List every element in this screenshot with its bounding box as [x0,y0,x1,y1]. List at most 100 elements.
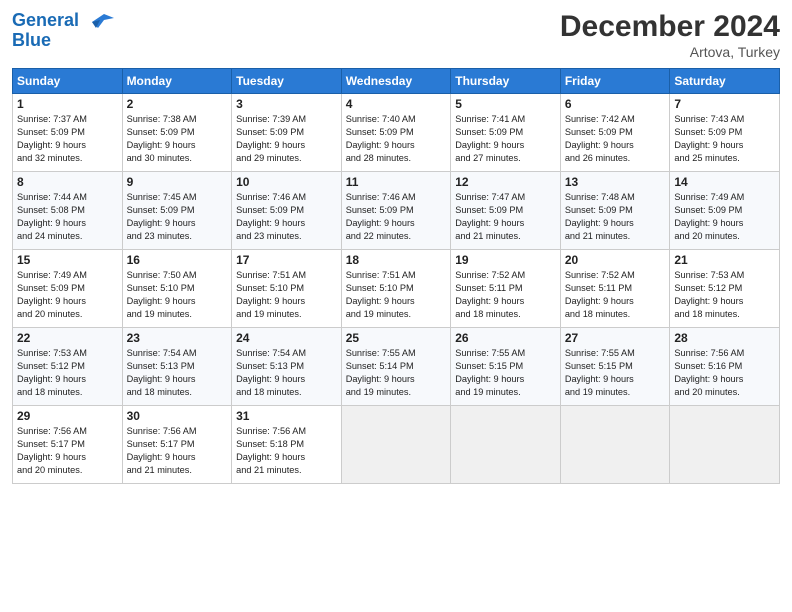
day-info: Sunrise: 7:53 AMSunset: 5:12 PMDaylight:… [674,269,775,321]
calendar-cell: 27 Sunrise: 7:55 AMSunset: 5:15 PMDayligh… [560,328,670,406]
day-number: 1 [17,97,118,111]
col-wednesday: Wednesday [341,69,451,94]
day-info: Sunrise: 7:47 AMSunset: 5:09 PMDaylight:… [455,191,556,243]
calendar-container: General Blue December 2024 Artova, Turke… [0,0,792,492]
day-info: Sunrise: 7:54 AMSunset: 5:13 PMDaylight:… [127,347,228,399]
logo: General Blue [12,10,116,51]
day-number: 14 [674,175,775,189]
calendar-cell: 24 Sunrise: 7:54 AMSunset: 5:13 PMDayligh… [232,328,342,406]
calendar-cell [560,406,670,484]
day-info: Sunrise: 7:55 AMSunset: 5:15 PMDaylight:… [455,347,556,399]
calendar-cell: 16Sunrise: 7:50 AMSunset: 5:10 PMDayligh… [122,250,232,328]
day-info: Sunrise: 7:38 AMSunset: 5:09 PMDaylight:… [127,113,228,165]
calendar-cell: 31Sunrise: 7:56 AMSunset: 5:18 PMDayligh… [232,406,342,484]
day-info: Sunrise: 7:40 AMSunset: 5:09 PMDaylight:… [346,113,447,165]
day-number: 24 [236,331,337,345]
calendar-cell: 23 Sunrise: 7:54 AMSunset: 5:13 PMDayligh… [122,328,232,406]
day-number: 26 [455,331,556,345]
day-number: 6 [565,97,666,111]
day-number: 29 [17,409,118,423]
day-info: Sunrise: 7:39 AMSunset: 5:09 PMDaylight:… [236,113,337,165]
day-number: 27 [565,331,666,345]
day-info: Sunrise: 7:51 AMSunset: 5:10 PMDaylight:… [236,269,337,321]
day-number: 12 [455,175,556,189]
calendar-cell: 28Sunrise: 7:56 AMSunset: 5:16 PMDayligh… [670,328,780,406]
day-info: Sunrise: 7:43 AMSunset: 5:09 PMDaylight:… [674,113,775,165]
day-info: Sunrise: 7:56 AMSunset: 5:17 PMDaylight:… [127,425,228,477]
header-row: Sunday Monday Tuesday Wednesday Thursday… [13,69,780,94]
day-number: 20 [565,253,666,267]
location: Artova, Turkey [560,44,780,60]
calendar-cell: 6 Sunrise: 7:42 AMSunset: 5:09 PMDaylight… [560,94,670,172]
day-info: Sunrise: 7:52 AMSunset: 5:11 PMDaylight:… [455,269,556,321]
week-row-2: 8Sunrise: 7:44 AMSunset: 5:08 PMDaylight… [13,172,780,250]
day-info: Sunrise: 7:50 AMSunset: 5:10 PMDaylight:… [127,269,228,321]
day-number: 3 [236,97,337,111]
day-number: 30 [127,409,228,423]
day-info: Sunrise: 7:52 AMSunset: 5:11 PMDaylight:… [565,269,666,321]
calendar-cell: 5Sunrise: 7:41 AMSunset: 5:09 PMDaylight… [451,94,561,172]
calendar-cell: 14 Sunrise: 7:49 AMSunset: 5:09 PMDayligh… [670,172,780,250]
calendar-cell: 22Sunrise: 7:53 AMSunset: 5:12 PMDayligh… [13,328,123,406]
day-info: Sunrise: 7:37 AMSunset: 5:09 PMDaylight:… [17,113,118,165]
calendar-cell: 26 Sunrise: 7:55 AMSunset: 5:15 PMDayligh… [451,328,561,406]
day-info: Sunrise: 7:46 AMSunset: 5:09 PMDaylight:… [346,191,447,243]
day-info: Sunrise: 7:42 AMSunset: 5:09 PMDaylight:… [565,113,666,165]
day-number: 23 [127,331,228,345]
col-sunday: Sunday [13,69,123,94]
day-number: 9 [127,175,228,189]
calendar-cell: 4Sunrise: 7:40 AMSunset: 5:09 PMDaylight… [341,94,451,172]
day-number: 19 [455,253,556,267]
day-info: Sunrise: 7:56 AMSunset: 5:16 PMDaylight:… [674,347,775,399]
day-info: Sunrise: 7:46 AMSunset: 5:09 PMDaylight:… [236,191,337,243]
calendar-cell: 9Sunrise: 7:45 AMSunset: 5:09 PMDaylight… [122,172,232,250]
calendar-cell: 25 Sunrise: 7:55 AMSunset: 5:14 PMDayligh… [341,328,451,406]
col-thursday: Thursday [451,69,561,94]
calendar-cell [451,406,561,484]
week-row-4: 22Sunrise: 7:53 AMSunset: 5:12 PMDayligh… [13,328,780,406]
day-info: Sunrise: 7:44 AMSunset: 5:08 PMDaylight:… [17,191,118,243]
day-info: Sunrise: 7:55 AMSunset: 5:14 PMDaylight:… [346,347,447,399]
col-monday: Monday [122,69,232,94]
col-friday: Friday [560,69,670,94]
week-row-3: 15 Sunrise: 7:49 AMSunset: 5:09 PMDayligh… [13,250,780,328]
calendar-cell: 8Sunrise: 7:44 AMSunset: 5:08 PMDaylight… [13,172,123,250]
calendar-cell: 18 Sunrise: 7:51 AMSunset: 5:10 PMDayligh… [341,250,451,328]
day-number: 17 [236,253,337,267]
week-row-5: 29 Sunrise: 7:56 AMSunset: 5:17 PMDayligh… [13,406,780,484]
day-number: 5 [455,97,556,111]
day-info: Sunrise: 7:49 AMSunset: 5:09 PMDaylight:… [17,269,118,321]
day-number: 13 [565,175,666,189]
calendar-cell: 29Sunrise: 7:56 AMSunset: 5:17 PMDayligh… [13,406,123,484]
calendar-cell: 20 Sunrise: 7:52 AMSunset: 5:11 PMDayligh… [560,250,670,328]
calendar-cell: 7Sunrise: 7:43 AMSunset: 5:09 PMDaylight… [670,94,780,172]
logo-blue-text: Blue [12,30,116,51]
day-info: Sunrise: 7:54 AMSunset: 5:13 PMDaylight:… [236,347,337,399]
calendar-cell: 12 Sunrise: 7:47 AMSunset: 5:09 PMDayligh… [451,172,561,250]
day-number: 2 [127,97,228,111]
day-info: Sunrise: 7:53 AMSunset: 5:12 PMDaylight:… [17,347,118,399]
day-number: 18 [346,253,447,267]
day-number: 15 [17,253,118,267]
title-block: December 2024 Artova, Turkey [560,10,780,60]
calendar-cell [670,406,780,484]
logo-text: General [12,10,116,32]
day-number: 21 [674,253,775,267]
calendar-cell: 19 Sunrise: 7:52 AMSunset: 5:11 PMDayligh… [451,250,561,328]
day-info: Sunrise: 7:55 AMSunset: 5:15 PMDaylight:… [565,347,666,399]
calendar-header: Sunday Monday Tuesday Wednesday Thursday… [13,69,780,94]
calendar-table: Sunday Monday Tuesday Wednesday Thursday… [12,68,780,484]
day-number: 11 [346,175,447,189]
calendar-cell: 15 Sunrise: 7:49 AMSunset: 5:09 PMDayligh… [13,250,123,328]
day-info: Sunrise: 7:51 AMSunset: 5:10 PMDaylight:… [346,269,447,321]
header: General Blue December 2024 Artova, Turke… [12,10,780,60]
day-info: Sunrise: 7:56 AMSunset: 5:18 PMDaylight:… [236,425,337,477]
month-year: December 2024 [560,10,780,44]
col-tuesday: Tuesday [232,69,342,94]
calendar-cell: 30 Sunrise: 7:56 AMSunset: 5:17 PMDayligh… [122,406,232,484]
day-number: 25 [346,331,447,345]
calendar-cell: 1 Sunrise: 7:37 AMSunset: 5:09 PMDaylight… [13,94,123,172]
day-info: Sunrise: 7:49 AMSunset: 5:09 PMDaylight:… [674,191,775,243]
day-number: 10 [236,175,337,189]
calendar-cell: 11 Sunrise: 7:46 AMSunset: 5:09 PMDayligh… [341,172,451,250]
